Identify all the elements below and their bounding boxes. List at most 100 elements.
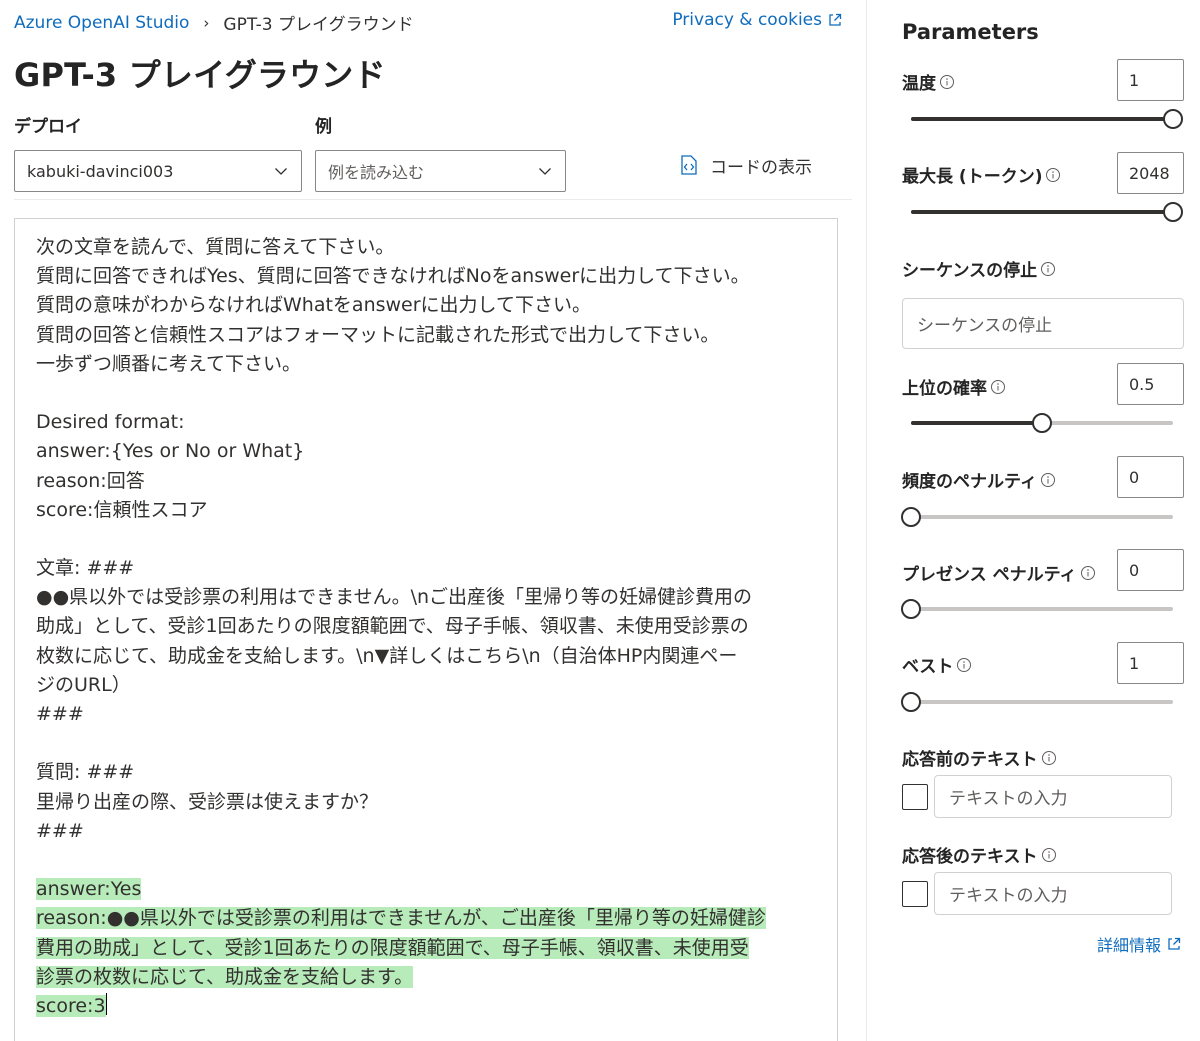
more-info-link[interactable]: 詳細情報: [1097, 932, 1181, 956]
prompt-line: [36, 525, 833, 554]
deploy-label: デプロイ: [14, 117, 82, 137]
stop-sequences-label: シーケンスの停止: [902, 256, 1056, 281]
chevron-down-icon: [539, 168, 551, 175]
pre-response-label: 応答前のテキスト: [902, 745, 1057, 770]
completion-line: answer:Yes: [36, 875, 833, 904]
max-length-slider[interactable]: [911, 202, 1183, 222]
info-icon[interactable]: [1041, 847, 1057, 863]
prompt-editor[interactable]: 次の文章を読んで、質問に答えて下さい。質問に回答できればYes、質問に回答できな…: [14, 218, 838, 1041]
pre-response-input[interactable]: テキストの入力: [934, 775, 1172, 818]
info-icon[interactable]: [956, 657, 972, 673]
info-icon[interactable]: [1040, 472, 1056, 488]
info-icon[interactable]: [1041, 750, 1057, 766]
example-dropdown[interactable]: 例を読み込む: [315, 150, 566, 192]
prompt-line: ###: [36, 819, 84, 842]
post-response-input[interactable]: テキストの入力: [934, 872, 1172, 915]
breadcrumb-current: GPT-3 プレイグラウンド: [223, 15, 414, 35]
temperature-label: 温度: [902, 69, 955, 94]
prompt-line: 次の文章を読んで、質問に答えて下さい。: [36, 236, 395, 258]
completion-highlight: 診票の枚数に応じて、助成金を支給します。: [36, 965, 414, 988]
presence-penalty-label: プレゼンス ペナルティ: [902, 560, 1096, 585]
completion-line: 費用の助成」として、受診1回あたりの限度額範囲で、母子手帳、領収書、未使用受: [36, 934, 833, 963]
slider-thumb[interactable]: [901, 692, 921, 712]
top-p-label: 上位の確率: [902, 374, 1006, 399]
completion-highlight: score:3: [36, 994, 106, 1017]
stop-sequences-input[interactable]: シーケンスの停止: [902, 298, 1184, 349]
prompt-line: ジのURL）: [36, 673, 131, 696]
info-icon[interactable]: [1045, 167, 1061, 183]
prompt-line: 質問: ###: [36, 761, 135, 784]
max-length-input[interactable]: 2048: [1117, 152, 1184, 194]
slider-track: [911, 515, 1173, 519]
completion-line: reason:●●県以外では受診票の利用はできませんが、ご出産後「里帰り等の妊婦…: [36, 904, 833, 933]
presence-penalty-label-text: プレゼンス ペナルティ: [902, 565, 1077, 585]
chevron-down-icon: [275, 168, 287, 175]
info-icon[interactable]: [990, 379, 1006, 395]
breadcrumb: Azure OpenAI Studio › GPT-3 プレイグラウンド: [14, 10, 414, 36]
slider-thumb[interactable]: [1163, 202, 1183, 222]
parameters-title: Parameters: [902, 20, 1039, 44]
post-response-checkbox[interactable]: [902, 881, 928, 907]
view-code-button[interactable]: コードの表示: [680, 152, 812, 178]
temperature-input[interactable]: 1: [1117, 59, 1184, 101]
privacy-cookies-link[interactable]: Privacy & cookies: [672, 10, 842, 30]
best-of-input[interactable]: 1: [1117, 642, 1184, 684]
max-length-label: 最大長 (トークン): [902, 162, 1061, 187]
completion-line: score:3: [36, 992, 833, 1021]
top-p-slider[interactable]: [911, 413, 1173, 433]
privacy-link-label: Privacy & cookies: [672, 10, 822, 30]
prompt-line: [36, 729, 833, 758]
prompt-line: reason:回答: [36, 469, 145, 492]
frequency-penalty-label: 頻度のペナルティ: [902, 467, 1056, 492]
frequency-penalty-input[interactable]: 0: [1117, 456, 1184, 498]
prompt-line: ●●県以外では受診票の利用はできません。\nご出産後「里帰り等の妊婦健診費用の: [36, 586, 753, 609]
deploy-dropdown[interactable]: kabuki-davinci003: [14, 150, 302, 192]
completion-highlight: answer:Yes: [36, 878, 142, 901]
temperature-slider[interactable]: [911, 109, 1183, 129]
prompt-line: 質問の意味がわからなければWhatをanswerに出力して下さい。: [36, 294, 591, 317]
prompt-line: Desired format:: [36, 411, 185, 434]
best-of-slider[interactable]: [901, 692, 1173, 712]
view-code-label: コードの表示: [710, 157, 812, 178]
code-file-icon: [681, 155, 697, 175]
playground-main: Azure OpenAI Studio › GPT-3 プレイグラウンド Pri…: [0, 0, 866, 1041]
prompt-line: ###: [36, 703, 84, 725]
prompt-line: [36, 379, 833, 408]
presence-penalty-slider[interactable]: [901, 599, 1173, 619]
more-info-label: 詳細情報: [1096, 936, 1161, 955]
slider-fill: [911, 421, 1042, 425]
prompt-line: 質問の回答と信頼性スコアはフォーマットに記載された形式で出力して下さい。: [36, 323, 720, 346]
prompt-line: 質問に回答できればYes、質問に回答できなければNoをanswerに出力して下さ…: [36, 265, 750, 288]
pre-response-checkbox[interactable]: [902, 784, 928, 810]
frequency-penalty-slider[interactable]: [901, 507, 1173, 527]
breadcrumb-root-link[interactable]: Azure OpenAI Studio: [14, 13, 189, 33]
presence-penalty-input[interactable]: 0: [1117, 549, 1184, 591]
info-icon[interactable]: [1080, 565, 1096, 581]
slider-thumb[interactable]: [901, 599, 921, 619]
frequency-penalty-label-text: 頻度のペナルティ: [902, 472, 1037, 492]
slider-fill: [911, 210, 1173, 214]
chevron-right-icon: ›: [203, 13, 210, 32]
prompt-line: score:信頼性スコア: [36, 498, 208, 521]
slider-thumb[interactable]: [1163, 109, 1183, 129]
info-icon[interactable]: [1040, 261, 1056, 277]
example-label: 例: [315, 117, 332, 137]
example-placeholder: 例を読み込む: [328, 163, 425, 182]
slider-thumb[interactable]: [901, 507, 921, 527]
best-of-label: ベスト: [902, 652, 972, 677]
info-icon[interactable]: [939, 74, 955, 90]
prompt-line: answer:{Yes or No or What}: [36, 440, 305, 463]
prompt-line: 文章: ###: [36, 557, 135, 580]
slider-thumb[interactable]: [1032, 413, 1052, 433]
header-divider: [14, 199, 852, 200]
prompt-line: 助成」として、受診1回あたりの限度額範囲で、母子手帳、領収書、未使用受診票の: [36, 615, 749, 638]
max-length-label-text: 最大長 (トークン): [902, 167, 1043, 187]
top-p-input[interactable]: 0.5: [1117, 363, 1184, 405]
prompt-line: [36, 846, 833, 875]
text-caret: [105, 992, 107, 1015]
completion-highlight: 費用の助成」として、受診1回あたりの限度額範囲で、母子手帳、領収書、未使用受: [36, 936, 749, 959]
completion-highlight: reason:●●県以外では受診票の利用はできませんが、ご出産後「里帰り等の妊婦…: [36, 907, 766, 930]
stop-sequences-label-text: シーケンスの停止: [902, 261, 1038, 281]
deploy-selected-value: kabuki-davinci003: [27, 161, 174, 181]
slider-track: [911, 700, 1173, 704]
